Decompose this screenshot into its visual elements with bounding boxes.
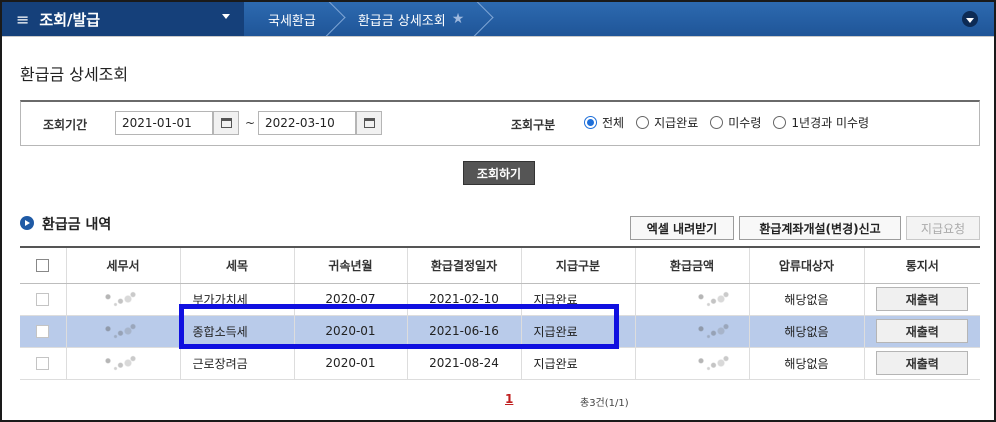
table-row-selected[interactable]: 종합소득세 2020-01 2021-06-16 지급완료 해당없음 재출력 — [20, 315, 980, 348]
column-header: 세무서 — [65, 246, 180, 284]
select-all-cell[interactable] — [20, 246, 66, 284]
page-link-current[interactable]: 1 — [505, 392, 513, 406]
search-button[interactable]: 조회하기 — [463, 161, 535, 185]
tax-type-cell: 종합소득세 — [179, 315, 294, 348]
radio-unselected-icon — [710, 116, 724, 129]
seizure-cell: 해당없음 — [748, 347, 864, 380]
radio-selected-icon — [584, 116, 597, 129]
table-row[interactable]: 근로장려금 2020-01 2021-08-24 지급완료 해당없음 재출력 — [20, 347, 980, 380]
radio-label: 미수령 — [728, 116, 762, 130]
status-cell: 지급완료 — [520, 315, 635, 348]
date-from-input[interactable] — [115, 111, 213, 135]
redacted-office — [98, 288, 148, 310]
tax-type-cell: 부가가치세 — [179, 283, 294, 316]
column-header: 환급결정일자 — [406, 246, 521, 284]
radio-unclaimed[interactable]: 미수령 — [710, 114, 761, 131]
decision-date-cell: 2021-02-10 — [406, 283, 521, 316]
date-separator: ~ — [245, 116, 256, 130]
table-row[interactable]: 부가가치세 2020-07 2021-02-10 지급완료 해당없음 재출력 — [20, 283, 980, 316]
period-cell: 2020-07 — [293, 283, 407, 316]
column-header: 귀속년월 — [293, 246, 407, 284]
radio-label: 1년경과 미수령 — [791, 116, 870, 130]
status-cell: 지급완료 — [520, 283, 635, 316]
nav-menu-button[interactable]: ≡ 조회/발급 — [2, 2, 244, 36]
column-header: 압류대상자 — [748, 246, 864, 284]
radio-label: 전체 — [602, 116, 625, 130]
total-count: 총3건(1/1) — [580, 398, 629, 409]
period-label: 조회기간 — [43, 118, 88, 132]
breadcrumb-refund[interactable]: 국세환급 — [244, 2, 334, 36]
column-header: 지급구분 — [520, 246, 635, 284]
breadcrumb-label: 환급금 상세조회 — [357, 13, 446, 29]
select-all-checkbox[interactable] — [36, 259, 50, 273]
period-cell: 2020-01 — [293, 347, 407, 380]
row-checkbox[interactable] — [36, 293, 50, 306]
radio-all[interactable]: 전체 — [584, 114, 624, 131]
decision-date-cell: 2021-06-16 — [406, 315, 521, 348]
tax-type-cell: 근로장려금 — [179, 347, 294, 380]
window-frame: ≡ 조회/발급 국세환급 환급금 상세조회 ★ 환급금 상세조회 조회기간 ~ … — [0, 0, 996, 422]
date-from-calendar-button[interactable] — [213, 111, 239, 135]
nav-menu-label: 조회/발급 — [39, 10, 101, 29]
calendar-icon — [363, 118, 375, 128]
column-header: 통지서 — [863, 246, 980, 284]
redacted-office — [98, 320, 148, 342]
table-header-row: 세무서 세목 귀속년월 환급결정일자 지급구분 환급금액 압류대상자 통지서 — [20, 246, 980, 284]
decision-date-cell: 2021-08-24 — [406, 347, 521, 380]
calendar-icon — [220, 118, 232, 128]
radio-unclaimed-1yr[interactable]: 1년경과 미수령 — [773, 114, 869, 131]
chevron-down-icon[interactable] — [962, 11, 978, 27]
search-panel: 조회기간 ~ 조회구분 전체 지급완료 미수령 1년 — [20, 100, 980, 146]
redacted-amount — [690, 288, 741, 310]
category-radio-group: 전체 지급완료 미수령 1년경과 미수령 — [584, 114, 881, 131]
divider — [2, 36, 994, 37]
refund-table: 세무서 세목 귀속년월 환급결정일자 지급구분 환급금액 압류대상자 통지서 부… — [20, 246, 980, 380]
excel-download-button[interactable]: 엑셀 내려받기 — [630, 216, 734, 240]
reprint-button[interactable]: 재출력 — [876, 287, 969, 311]
seizure-cell: 해당없음 — [748, 315, 864, 348]
category-label: 조회구분 — [511, 118, 556, 132]
breadcrumb-refund-detail[interactable]: 환급금 상세조회 ★ — [334, 2, 482, 36]
reprint-button[interactable]: 재출력 — [876, 319, 969, 343]
hamburger-icon: ≡ — [16, 9, 30, 29]
redacted-amount — [690, 352, 741, 374]
seizure-cell: 해당없음 — [748, 283, 864, 316]
account-register-button[interactable]: 환급계좌개설(변경)신고 — [739, 216, 901, 240]
column-header: 환급금액 — [634, 246, 749, 284]
payment-request-button[interactable]: 지급요청 — [906, 216, 980, 240]
top-nav: ≡ 조회/발급 국세환급 환급금 상세조회 ★ — [2, 2, 994, 36]
radio-unselected-icon — [636, 116, 650, 129]
date-to-calendar-button[interactable] — [356, 111, 382, 135]
page-title: 환급금 상세조회 — [20, 65, 129, 84]
breadcrumb-label: 국세환급 — [268, 13, 316, 29]
row-checkbox[interactable] — [36, 357, 50, 370]
column-header: 세목 — [179, 246, 294, 284]
row-checkbox[interactable] — [36, 325, 50, 338]
status-cell: 지급완료 — [520, 347, 635, 380]
date-to-input[interactable] — [258, 111, 356, 135]
period-cell: 2020-01 — [293, 315, 407, 348]
radio-paid[interactable]: 지급완료 — [636, 114, 698, 131]
section-title: 환급금 내역 — [42, 217, 112, 233]
section-bullet-icon — [20, 216, 34, 230]
redacted-office — [98, 352, 148, 374]
redacted-amount — [690, 320, 741, 342]
radio-unselected-icon — [773, 116, 787, 129]
caret-down-icon — [222, 14, 230, 19]
radio-label: 지급완료 — [654, 116, 699, 130]
star-icon[interactable]: ★ — [452, 11, 465, 27]
reprint-button[interactable]: 재출력 — [876, 351, 969, 375]
